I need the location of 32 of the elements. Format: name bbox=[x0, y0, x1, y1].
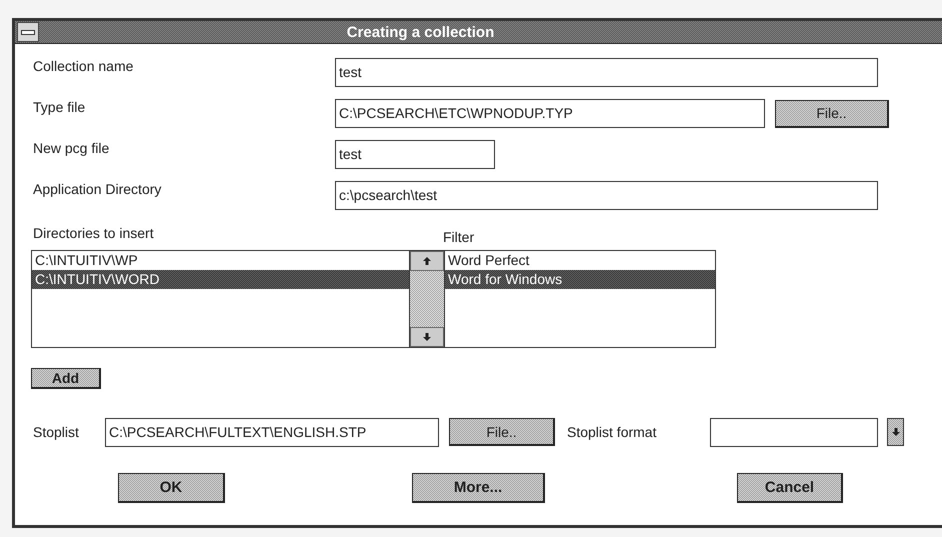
file-button[interactable]: File.. bbox=[449, 418, 555, 446]
list-item[interactable]: C:\INTUITIV\WORD bbox=[32, 270, 409, 289]
list-label: Filter bbox=[443, 228, 474, 245]
more-button[interactable]: More... bbox=[412, 473, 545, 503]
input-field[interactable]: C:\PCSEARCH\FULTEXT\ENGLISH.STP bbox=[105, 418, 439, 446]
file-button[interactable]: File.. bbox=[775, 100, 889, 128]
field-label: New pcg file bbox=[33, 139, 110, 156]
list-item[interactable]: Word Perfect bbox=[445, 251, 715, 270]
list-item[interactable]: Word for Windows bbox=[445, 270, 715, 289]
down-arrow-icon bbox=[422, 332, 432, 342]
directory-list[interactable]: C:\INTUITIV\WP C:\INTUITIV\WORD bbox=[31, 250, 410, 348]
field-label: Stoplist format bbox=[567, 424, 658, 440]
field-label: Type file bbox=[33, 98, 86, 115]
filter-list[interactable]: Word Perfect Word for Windows bbox=[444, 250, 716, 348]
up-arrow-icon bbox=[422, 256, 432, 266]
input-field[interactable]: test bbox=[335, 58, 878, 87]
ok-button[interactable]: OK bbox=[118, 473, 225, 503]
down-arrow-icon bbox=[890, 427, 900, 437]
list-item[interactable]: C:\INTUITIV\WP bbox=[32, 251, 409, 270]
field-label: Application Directory bbox=[33, 180, 162, 197]
dropdown-field[interactable] bbox=[710, 418, 878, 446]
add-button[interactable]: Add bbox=[31, 368, 101, 388]
field-label: Stoplist bbox=[33, 424, 80, 440]
list-label: Directories to insert bbox=[33, 225, 155, 241]
system-menu-button[interactable] bbox=[17, 22, 39, 42]
window-title: Creating a collection bbox=[346, 24, 496, 40]
dropdown-button[interactable] bbox=[887, 418, 904, 446]
input-field[interactable]: test bbox=[335, 140, 495, 169]
scrollbar[interactable] bbox=[410, 250, 444, 348]
input-field[interactable]: c:\pcsearch\test bbox=[335, 181, 878, 210]
input-field[interactable]: C:\PCSEARCH\ETC\WPNODUP.TYP bbox=[335, 99, 765, 128]
field-label: Collection name bbox=[33, 57, 134, 74]
